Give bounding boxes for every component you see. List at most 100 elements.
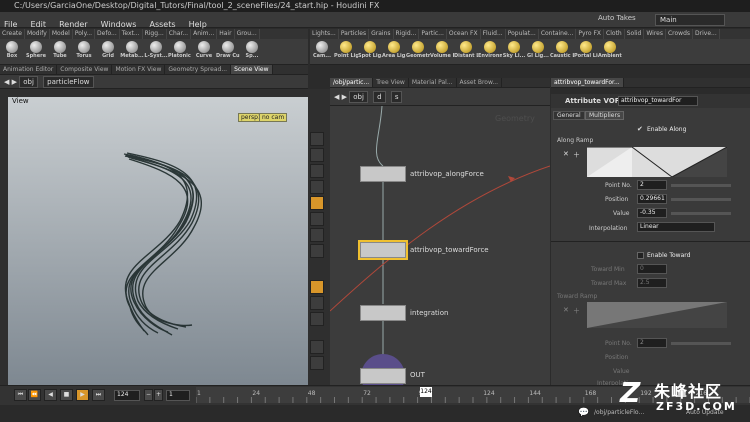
tab-scene-view[interactable]: Scene View xyxy=(231,65,273,74)
path-s[interactable]: s xyxy=(390,91,403,103)
path-particleflow[interactable]: particleFlow xyxy=(43,76,94,88)
tab-material-palette[interactable]: Material Pal... xyxy=(409,78,457,87)
lock-icon[interactable] xyxy=(310,132,324,146)
tool-box[interactable]: Box xyxy=(0,39,24,65)
tool-caustic-light[interactable]: Caustic Li... xyxy=(550,39,574,65)
frame-decrement[interactable]: − xyxy=(144,389,153,401)
step-back-icon[interactable]: ⏪ xyxy=(28,389,41,401)
shelf-tab[interactable]: Ocean FX xyxy=(447,29,481,39)
shelf-tab[interactable]: Rigid... xyxy=(394,29,420,39)
shelf-tab[interactable]: Pyro FX xyxy=(576,29,605,39)
network-editor[interactable]: attribvop_alongForce attribvop_towardFor… xyxy=(330,106,550,385)
shelf-tab[interactable]: Fluid... xyxy=(481,29,506,39)
key-icon[interactable] xyxy=(310,244,324,258)
shelf-tab[interactable]: Anim... xyxy=(191,29,218,39)
add-icon[interactable]: ＋ xyxy=(573,306,580,316)
node-name-field[interactable]: attribvop_towardFor xyxy=(618,96,698,106)
shelf-tab[interactable]: Drive... xyxy=(693,29,720,39)
play-reverse-icon[interactable]: ◀ xyxy=(44,389,57,401)
tab-animation-editor[interactable]: Animation Editor xyxy=(0,65,58,74)
tool-gi-light[interactable]: GI Lig... xyxy=(526,39,550,65)
path-obj[interactable]: obj xyxy=(19,76,38,88)
tool-camera[interactable]: Cam... xyxy=(310,39,334,65)
shelf-tab[interactable]: Defo... xyxy=(95,29,120,39)
tool-sky-light[interactable]: Sky Li... xyxy=(502,39,526,65)
chat-icon[interactable]: 💬 xyxy=(578,408,589,418)
snap-icon[interactable] xyxy=(310,296,324,310)
shelf-tab[interactable]: Grains xyxy=(369,29,394,39)
shelf-tab[interactable]: Solid xyxy=(625,29,645,39)
shelf-tab[interactable]: Partic... xyxy=(419,29,447,39)
shelf-tab[interactable]: Cloth xyxy=(604,29,625,39)
tool-distant-light[interactable]: Distant Lig... xyxy=(454,39,478,65)
toward-max-field[interactable]: 2.5 xyxy=(637,278,667,288)
position-field[interactable]: 0.29661 xyxy=(637,194,667,204)
shelf-tab[interactable]: Modify xyxy=(25,29,50,39)
toward-ramp-graph[interactable] xyxy=(587,302,727,328)
desktop-select[interactable]: Main xyxy=(655,14,725,26)
tool-sphere[interactable]: Sphere xyxy=(24,39,48,65)
tool-curve[interactable]: Curve xyxy=(192,39,216,65)
shelf-tab[interactable]: Populat... xyxy=(506,29,539,39)
step-field[interactable]: 1 xyxy=(166,390,190,401)
node-out[interactable] xyxy=(360,368,406,384)
frame-increment[interactable]: + xyxy=(154,389,163,401)
point-no-field-2[interactable]: 2 xyxy=(637,338,667,348)
camera-menu[interactable]: no cam xyxy=(259,113,288,122)
shelf-tab[interactable]: Hair xyxy=(217,29,235,39)
shelf-tab[interactable]: Containe... xyxy=(539,29,577,39)
position-slider[interactable] xyxy=(671,198,731,201)
light-icon[interactable] xyxy=(310,180,324,194)
tab-motion-fx[interactable]: Motion FX View xyxy=(112,65,166,74)
tool-portal-light[interactable]: Portal Lig... xyxy=(574,39,598,65)
tab-network[interactable]: /obj/partic... xyxy=(330,78,374,87)
shelf-tab[interactable]: Text... xyxy=(120,29,143,39)
key-icon[interactable] xyxy=(310,228,324,242)
point-no-slider-2[interactable] xyxy=(671,342,731,345)
shelf-tab[interactable]: Rigg... xyxy=(143,29,167,39)
tool-platonic[interactable]: Platonic Sol... xyxy=(168,39,192,65)
shelf-tab[interactable]: Crowds xyxy=(666,29,694,39)
tool-spray[interactable]: Sp... xyxy=(240,39,264,65)
path-obj[interactable]: obj xyxy=(349,91,368,103)
tool-lsystem[interactable]: L-Syst... xyxy=(144,39,168,65)
play-icon[interactable]: ▶ xyxy=(76,389,89,401)
stop-icon[interactable]: ■ xyxy=(60,389,73,401)
tool-environment-light[interactable]: Environme... xyxy=(478,39,502,65)
toward-min-field[interactable]: 0 xyxy=(637,264,667,274)
value-slider[interactable] xyxy=(671,212,731,215)
viewport[interactable] xyxy=(8,97,308,385)
point-no-field[interactable]: 2 xyxy=(637,180,667,190)
back-icon[interactable]: ◀ ▶ xyxy=(4,78,17,86)
enable-toward-checkbox[interactable] xyxy=(637,252,644,259)
tab-parameters[interactable]: attribvop_towardFor... xyxy=(551,78,624,87)
tool-torus[interactable]: Torus xyxy=(72,39,96,65)
tool-point-light[interactable]: Point Lig... xyxy=(334,39,358,65)
lock-icon[interactable] xyxy=(310,148,324,162)
tool-metaball[interactable]: Metab... xyxy=(120,39,144,65)
value-field[interactable]: -0.35 xyxy=(637,208,667,218)
interpolation-select[interactable]: Linear xyxy=(637,222,715,232)
close-icon[interactable]: ✕ xyxy=(563,150,569,158)
node-attribvop-alongforce[interactable] xyxy=(360,166,406,182)
snap-icon[interactable] xyxy=(310,280,324,294)
tab-tree-view[interactable]: Tree View xyxy=(373,78,409,87)
auto-takes-toggle[interactable]: Auto Takes xyxy=(598,14,636,22)
along-ramp-graph[interactable] xyxy=(587,147,727,177)
add-icon[interactable]: ＋ xyxy=(573,150,580,160)
path-d[interactable]: d xyxy=(373,91,386,103)
shelf-tab[interactable]: Char... xyxy=(167,29,192,39)
light-icon[interactable] xyxy=(310,196,324,210)
shelf-tab[interactable]: Wires xyxy=(644,29,666,39)
shelf-tab[interactable]: Poly... xyxy=(73,29,96,39)
tool-area-light[interactable]: Area Lig... xyxy=(382,39,406,65)
key-icon[interactable] xyxy=(310,212,324,226)
shelf-tab-create[interactable]: Create xyxy=(0,29,25,39)
display-icon[interactable] xyxy=(310,356,324,370)
display-icon[interactable] xyxy=(310,340,324,354)
tool-spot-light[interactable]: Spot Lig... xyxy=(358,39,382,65)
tab-composite-view[interactable]: Composite View xyxy=(57,65,113,74)
frame-field[interactable]: 124 xyxy=(114,390,140,401)
current-frame-marker[interactable]: 124 xyxy=(420,387,432,397)
shelf-tab[interactable]: Particles xyxy=(339,29,370,39)
